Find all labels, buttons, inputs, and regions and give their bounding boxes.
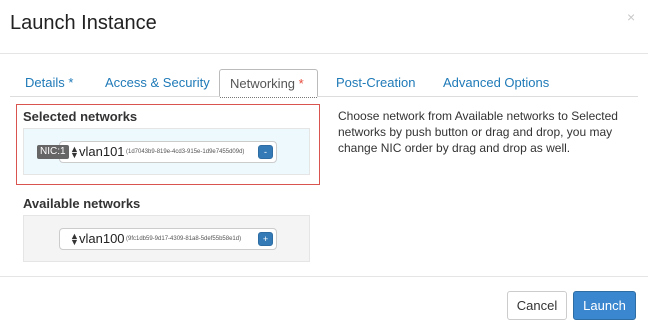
tab-label: Details: [25, 75, 65, 90]
selected-networks-label: Selected networks: [23, 109, 138, 124]
tab-bar: Details * Access & Security Networking *…: [10, 69, 638, 98]
tab-label: Access & Security: [105, 75, 210, 90]
tab-label: Networking: [230, 76, 296, 91]
available-networks-label: Available networks: [23, 196, 141, 211]
modal-title: Launch Instance: [10, 12, 157, 34]
launch-button[interactable]: Launch: [573, 291, 636, 320]
required-marker: *: [68, 75, 74, 90]
tab-label: Post-Creation: [336, 75, 416, 90]
footer-divider: [0, 276, 648, 277]
nic-badge: NIC:1: [37, 145, 69, 159]
network-id: (9fc1db59-9d17-4309-81a8-5def55b58e1d): [126, 236, 242, 242]
sort-updown-icon: ▲ ▼: [70, 231, 79, 247]
add-network-button[interactable]: +: [258, 232, 273, 246]
network-item-vlan101[interactable]: ▲ ▼ vlan101 (1d7043b9-819e-4cd3-915e-1d9e…: [59, 141, 277, 163]
networking-help-text: Choose network from Available networks t…: [338, 109, 618, 155]
tab-advanced-options[interactable]: Advanced Options: [433, 69, 559, 96]
tab-access-security[interactable]: Access & Security: [95, 69, 220, 96]
tab-post-creation[interactable]: Post-Creation: [326, 69, 425, 96]
tab-networking[interactable]: Networking *: [219, 69, 318, 98]
required-marker: *: [298, 76, 304, 91]
network-item-vlan100[interactable]: ▲ ▼ vlan100 (9fc1db59-9d17-4309-81a8-5def…: [59, 228, 277, 250]
sort-updown-icon: ▲ ▼: [70, 144, 79, 160]
network-name: vlan101: [79, 144, 125, 159]
tab-details[interactable]: Details *: [15, 69, 83, 96]
header-divider: [0, 53, 648, 54]
cancel-button[interactable]: Cancel: [507, 291, 567, 320]
close-icon[interactable]: ×: [627, 9, 635, 25]
network-name: vlan100: [79, 231, 125, 246]
network-id: (1d7043b9-819e-4cd3-915e-1d9e7455d09d): [126, 149, 245, 155]
tab-label: Advanced Options: [443, 75, 550, 90]
remove-network-button[interactable]: -: [258, 145, 273, 159]
